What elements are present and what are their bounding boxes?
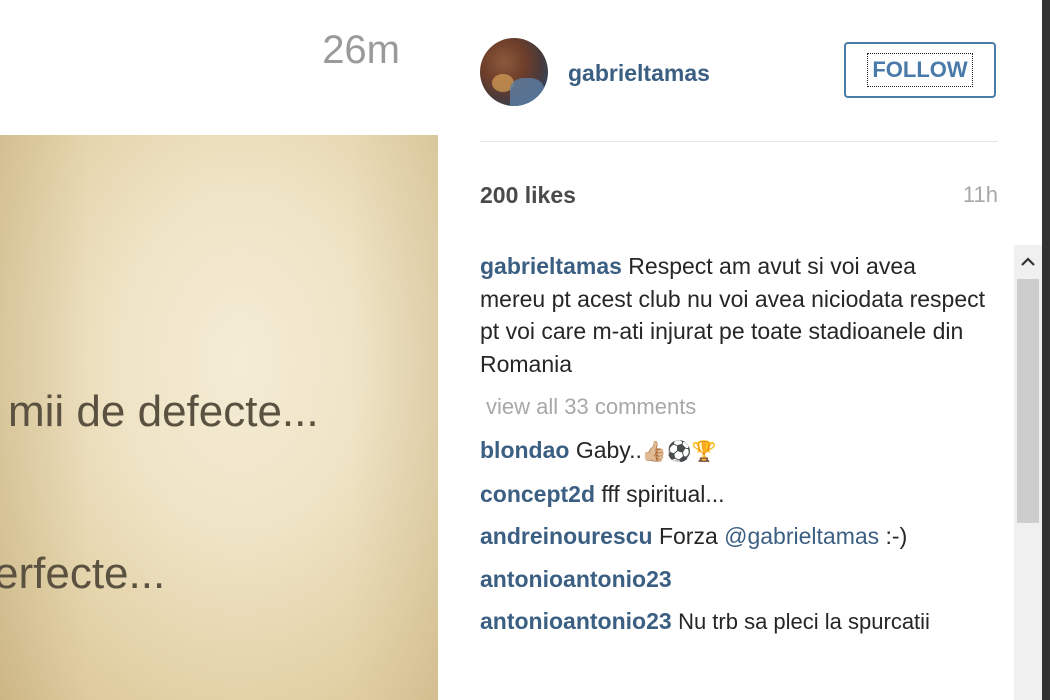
header-username[interactable]: gabrieltamas <box>568 60 710 87</box>
view-all-comments-link[interactable]: view all 33 comments <box>480 390 985 424</box>
follow-button-label: FOLLOW <box>867 53 973 87</box>
comment-username[interactable]: blondao <box>480 437 569 463</box>
caption: gabrieltamas Respect am avut si voi avea… <box>480 250 985 380</box>
comment-text: fff spiritual... <box>601 480 725 507</box>
avatar[interactable] <box>480 38 548 106</box>
comment-username[interactable]: concept2d <box>480 481 595 507</box>
avatar-detail <box>510 78 544 106</box>
chevron-up-icon[interactable] <box>1014 245 1042 279</box>
comment-username[interactable]: antonioantonio23 <box>480 608 672 634</box>
post-timestamp: 26m <box>322 28 400 72</box>
post-age: 11h <box>962 182 998 207</box>
follow-button[interactable]: FOLLOW <box>844 42 996 98</box>
comment-item: antonioantonio23 Nu trb sa pleci la spur… <box>480 605 985 639</box>
comments-list: gabrieltamas Respect am avut si voi avea… <box>480 250 985 639</box>
comment-username[interactable]: andreinourescu <box>480 523 653 549</box>
comment-item: andreinourescu Forza @gabrieltamas :-) <box>480 520 985 553</box>
comment-emoji: 👍🏼⚽🏆 <box>641 439 717 463</box>
mention-link[interactable]: @gabrieltamas <box>724 523 879 549</box>
caption-username[interactable]: gabrieltamas <box>480 253 622 279</box>
comments-scrollbar[interactable] <box>1014 245 1042 700</box>
photo-text-line: mii de defecte... <box>8 387 319 436</box>
divider <box>480 141 998 142</box>
comment-text: Nu trb sa pleci la spurcatii <box>678 609 930 634</box>
photo-text-line: erfecte... <box>0 549 166 598</box>
post-sidebar: gabrieltamas FOLLOW 200 likes 11h gabrie… <box>438 0 1050 700</box>
scrollbar-thumb[interactable] <box>1017 279 1039 523</box>
comment-suffix: :-) <box>885 523 908 549</box>
comment-item: concept2d fff spiritual... <box>480 478 985 511</box>
comment-text: Gaby.. <box>575 437 642 463</box>
comment-text: Forza <box>658 523 718 549</box>
comment-item: blondao Gaby..👍🏼⚽🏆 <box>480 434 985 468</box>
window-edge <box>1042 0 1050 700</box>
comment-username[interactable]: antonioantonio23 <box>480 566 672 592</box>
likes-count[interactable]: 200 likes <box>480 182 576 209</box>
post-photo[interactable]: mii de defecte... erfecte... <box>0 135 438 700</box>
left-panel: 26m mii de defecte... erfecte... <box>0 0 438 700</box>
comment-item: antonioantonio23 <box>480 563 985 596</box>
